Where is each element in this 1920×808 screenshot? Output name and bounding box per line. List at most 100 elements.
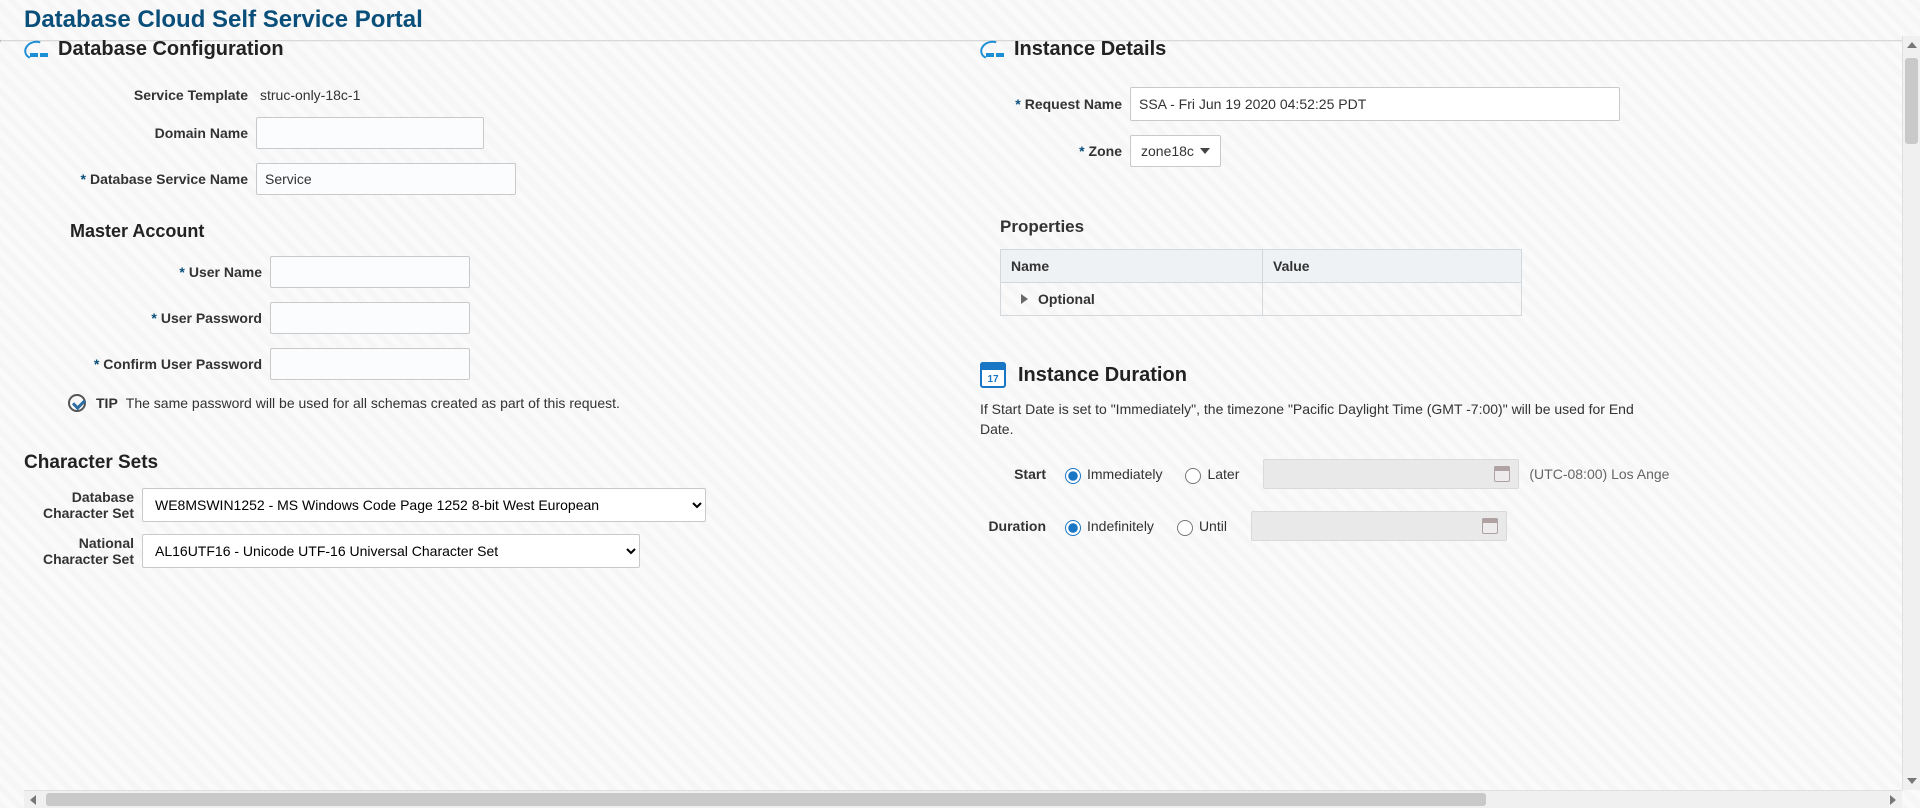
scroll-right-button[interactable] [1884,791,1902,808]
duration-indef-radio-input[interactable] [1065,520,1081,536]
properties-table: Name Value Optional [1000,249,1522,316]
db-service-name-label: * Database Service Name [24,171,256,187]
zone-label: * Zone [980,143,1130,159]
service-template-value: struc-only-18c-1 [256,87,920,103]
expand-triangle-icon[interactable] [1021,294,1028,304]
row-user-password: * User Password [24,302,920,334]
section-instance-duration: Instance Duration [980,362,1876,388]
row-confirm-password: * Confirm User Password [24,348,920,380]
chevron-down-icon [1200,148,1210,154]
tip-label: TIP [96,395,118,411]
tip-check-icon [68,394,86,412]
start-later-date-field [1263,459,1519,489]
portal-title: Database Cloud Self Service Portal [0,0,1920,40]
start-immediately-radio[interactable]: Immediately [1060,465,1162,484]
calendar-mini-icon [1494,466,1510,482]
triangle-down-icon [1907,778,1917,784]
section-instance-details: Instance Details [980,38,1876,61]
section-instance-duration-title: Instance Duration [1018,364,1187,387]
tip-text: The same password will be used for all s… [126,395,620,411]
master-account-heading: Master Account [70,221,920,242]
start-later-radio[interactable]: Later [1180,465,1239,484]
content-area: Database Configuration Service Template … [0,42,1920,780]
start-label: Start [980,466,1060,482]
user-password-input[interactable] [270,302,470,334]
right-column: Instance Details * Request Name * Zone [950,42,1896,780]
zone-select[interactable]: zone18c [1130,135,1221,167]
calendar-mini-icon [1482,518,1498,534]
duration-until-label: Until [1199,518,1227,534]
request-name-label: * Request Name [980,96,1130,112]
required-asterisk-icon: * [179,264,184,280]
properties-header-row: Name Value [1001,250,1522,283]
start-later-label: Later [1207,466,1239,482]
character-sets-heading: Character Sets [24,452,920,474]
duration-until-radio[interactable]: Until [1172,517,1227,536]
properties-optional-label: Optional [1038,291,1095,307]
character-sets-section: Character Sets Database Character Set WE… [24,452,920,568]
duration-indef-radio[interactable]: Indefinitely [1060,517,1154,536]
domain-name-input[interactable] [256,117,484,149]
properties-col-name: Name [1001,250,1263,283]
duration-indef-label: Indefinitely [1087,518,1154,534]
row-db-service-name: * Database Service Name [24,163,920,195]
nat-charset-select[interactable]: AL16UTF16 - Unicode UTF-16 Universal Cha… [142,534,640,568]
instance-details-icon [980,39,1004,61]
start-immediately-radio-input[interactable] [1065,468,1081,484]
duration-note: If Start Date is set to "Immediately", t… [980,400,1660,439]
db-service-name-input[interactable] [256,163,516,195]
scroll-left-button[interactable] [24,791,42,808]
row-request-name: * Request Name [980,87,1876,121]
horizontal-scroll-thumb[interactable] [46,793,1486,806]
db-config-form: Service Template struc-only-18c-1 Domain… [24,87,920,195]
start-later-radio-input[interactable] [1185,468,1201,484]
triangle-up-icon [1907,42,1917,48]
domain-name-label: Domain Name [24,125,256,141]
user-password-label: * User Password [24,310,270,326]
row-start: Start Immediately Later (UTC-08:00) Los … [980,459,1876,489]
row-service-template: Service Template struc-only-18c-1 [24,87,920,103]
scroll-up-button[interactable] [1903,36,1920,54]
section-database-configuration: Database Configuration [24,38,920,61]
database-config-icon [24,39,48,61]
service-template-label: Service Template [24,87,256,103]
duration-until-date-field [1251,511,1507,541]
triangle-right-icon [1890,795,1896,805]
scroll-down-button[interactable] [1903,772,1920,790]
duration-label: Duration [980,518,1060,534]
user-name-label: * User Name [24,264,270,280]
request-name-input[interactable] [1130,87,1620,121]
instance-duration-section: Instance Duration If Start Date is set t… [980,362,1876,541]
zone-value: zone18c [1141,143,1194,159]
duration-until-radio-input[interactable] [1177,520,1193,536]
start-timezone-text: (UTC-08:00) Los Ange [1529,466,1669,482]
nat-charset-label: National Character Set [24,535,142,567]
row-nat-charset: National Character Set AL16UTF16 - Unico… [24,534,920,568]
row-domain-name: Domain Name [24,117,920,149]
section-instance-details-title: Instance Details [1014,38,1166,61]
properties-section: Properties Name Value Optional [1000,217,1876,316]
required-asterisk-icon: * [94,356,99,372]
instance-details-form: * Request Name * Zone zone18c [980,87,1876,167]
vertical-scrollbar[interactable] [1902,36,1920,790]
user-name-input[interactable] [270,256,470,288]
tip-row: TIP The same password will be used for a… [68,394,920,412]
triangle-left-icon [30,795,36,805]
row-user-name: * User Name [24,256,920,288]
db-charset-select[interactable]: WE8MSWIN1252 - MS Windows Code Page 1252… [142,488,706,522]
start-immediately-label: Immediately [1087,466,1162,482]
confirm-password-label: * Confirm User Password [24,356,270,372]
vertical-scroll-thumb[interactable] [1905,58,1918,144]
required-asterisk-icon: * [81,171,86,187]
row-duration: Duration Indefinitely Until [980,511,1876,541]
properties-optional-row[interactable]: Optional [1001,283,1522,316]
confirm-password-input[interactable] [270,348,470,380]
left-column: Database Configuration Service Template … [24,42,950,780]
required-asterisk-icon: * [1079,143,1084,159]
required-asterisk-icon: * [151,310,156,326]
properties-col-value: Value [1263,250,1522,283]
row-db-charset: Database Character Set WE8MSWIN1252 - MS… [24,488,920,522]
calendar-icon [980,362,1006,388]
horizontal-scrollbar[interactable] [24,790,1902,808]
required-asterisk-icon: * [1015,96,1020,112]
